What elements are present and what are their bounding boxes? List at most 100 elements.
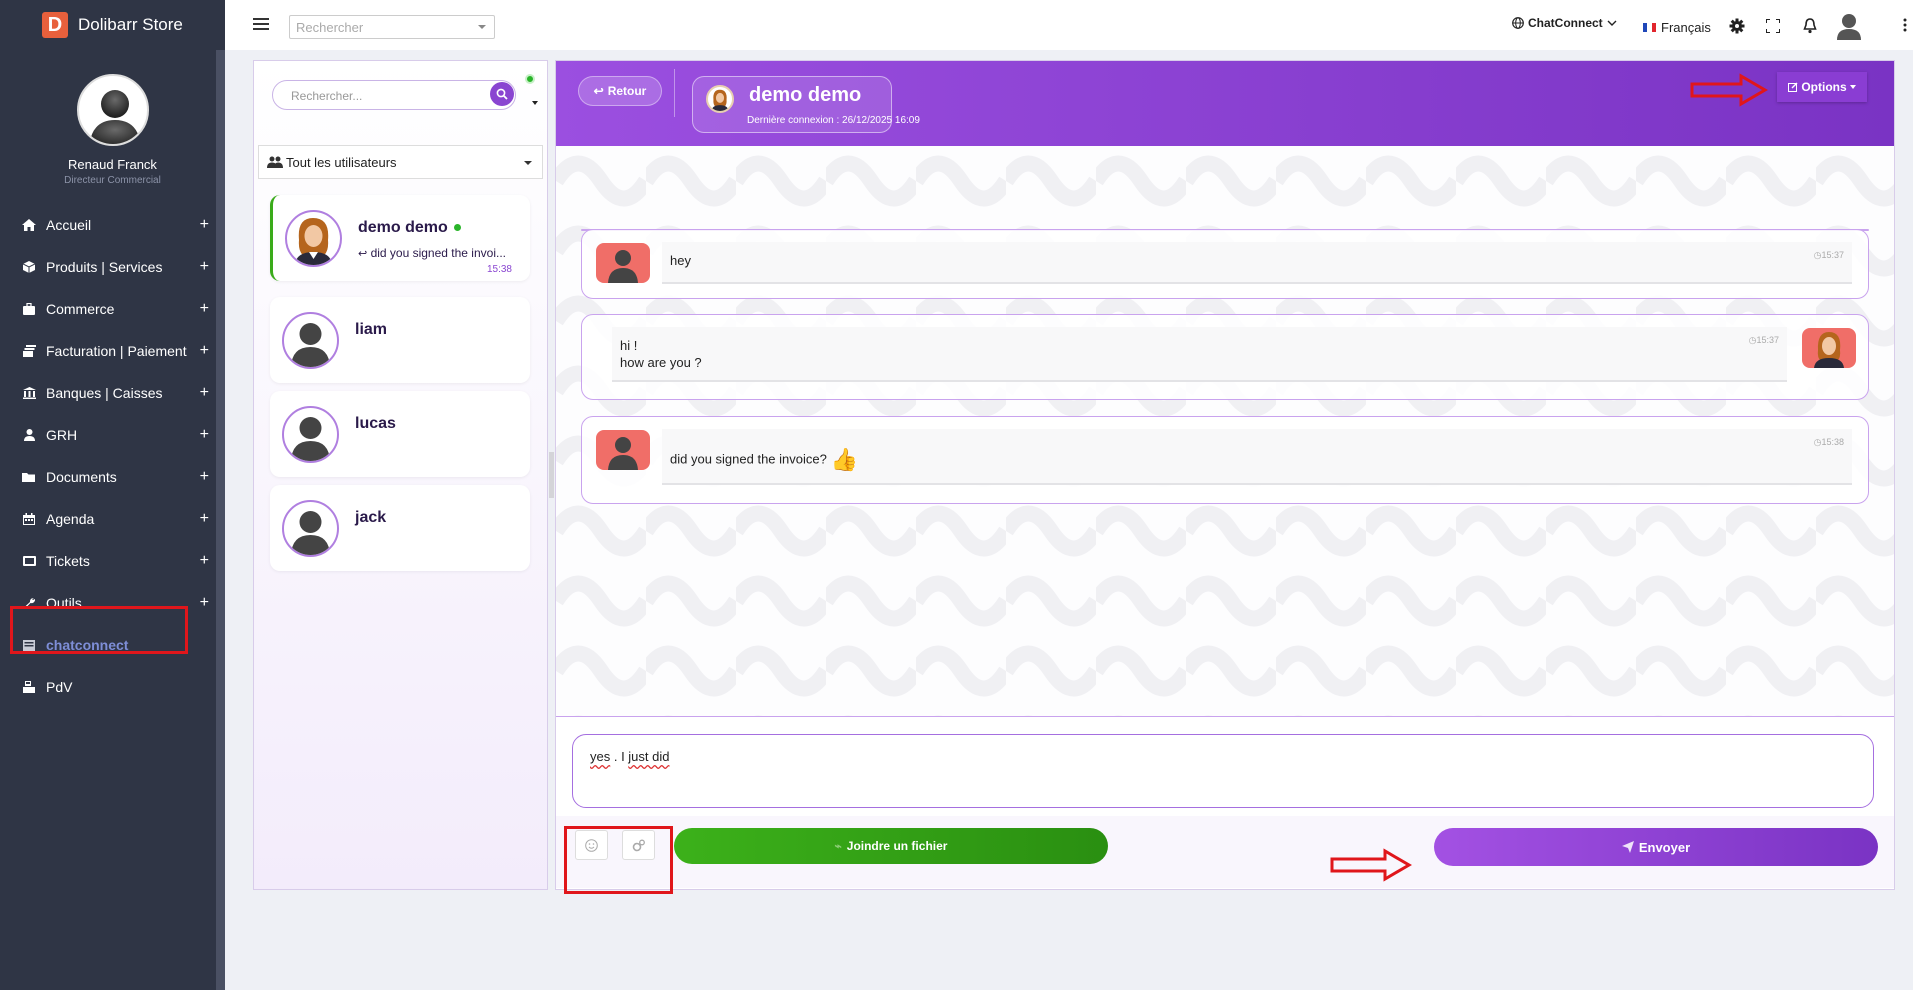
sidebar-item-produits[interactable]: Produits | Services + — [0, 246, 225, 288]
expand-icon[interactable]: + — [200, 468, 209, 486]
avatar — [282, 500, 339, 557]
expand-icon[interactable]: + — [200, 300, 209, 318]
messages-area[interactable]: hey ◷15:37 hi ! how are you ? ◷15:37 did… — [556, 146, 1894, 716]
sidebar-item-commerce[interactable]: Commerce + — [0, 288, 225, 330]
expand-icon[interactable]: + — [200, 510, 209, 528]
fullscreen-icon[interactable] — [1766, 19, 1780, 33]
sidebar-scrollbar[interactable] — [216, 50, 225, 990]
bell-icon[interactable] — [1803, 18, 1817, 34]
options-label: Options — [1801, 80, 1847, 94]
sidebar-item-agenda[interactable]: Agenda + — [0, 498, 225, 540]
contact-info[interactable]: demo demo Dernière connexion : 26/12/202… — [692, 76, 920, 133]
sidebar-item-documents[interactable]: Documents + — [0, 456, 225, 498]
language-selector[interactable]: Français — [1643, 20, 1711, 35]
message-time: ◷15:37 — [1813, 250, 1844, 260]
top-search-placeholder: Rechercher — [296, 20, 364, 35]
search-icon — [496, 88, 508, 100]
search-button[interactable] — [490, 82, 514, 106]
sidebar-item-pdv[interactable]: PdV — [0, 666, 225, 708]
message-bubble: hi ! how are you ? ◷15:37 — [612, 327, 1787, 382]
composer-text-2: . I — [610, 749, 629, 764]
user-search-placeholder: Rechercher... — [291, 89, 363, 103]
attach-file-button[interactable]: ⌁ Joindre un fichier — [674, 828, 1108, 864]
avatar[interactable] — [76, 74, 149, 146]
message-bubble: did you signed the invoice? 👍 ◷15:38 — [662, 429, 1852, 485]
avatar — [596, 243, 650, 283]
annotation-arrow-options — [1690, 73, 1768, 107]
sidebar-item-grh[interactable]: GRH + — [0, 414, 225, 456]
calendar-icon — [20, 512, 38, 526]
ticket-icon — [20, 554, 38, 568]
top-search-select[interactable]: Rechercher — [289, 15, 495, 39]
settings-icon[interactable] — [1729, 18, 1745, 34]
avatar — [706, 85, 734, 113]
sidebar-item-accueil[interactable]: Accueil + — [0, 204, 225, 246]
expand-icon[interactable]: + — [200, 258, 209, 276]
suitcase-icon — [20, 302, 38, 316]
module-menu[interactable]: ChatConnect — [1512, 16, 1617, 30]
contact-name: demo demo — [749, 84, 862, 106]
sidebar-item-label: Produits | Services — [46, 259, 163, 275]
sidebar: D Dolibarr Store Renaud Franck Directeur… — [0, 0, 225, 990]
message-text: did you signed the invoice? — [670, 451, 827, 467]
user-profile[interactable]: Renaud Franck Directeur Commercial — [0, 74, 225, 186]
user-name: liam — [355, 321, 388, 338]
highlight-tool-buttons — [564, 826, 673, 894]
hamburger-icon[interactable] — [253, 18, 269, 32]
user-card-liam[interactable]: liam — [270, 297, 530, 383]
divider — [556, 716, 1894, 717]
back-button[interactable]: ↩ Retour — [578, 76, 662, 106]
brand[interactable]: D Dolibarr Store — [0, 0, 225, 50]
module-menu-label: ChatConnect — [1528, 16, 1603, 30]
composer-text-3: just did — [628, 749, 670, 764]
cash-register-icon — [20, 680, 38, 694]
sidebar-item-label: Commerce — [46, 301, 115, 317]
expand-icon[interactable]: + — [200, 342, 209, 360]
status-dropdown-caret[interactable] — [532, 101, 538, 105]
paper-plane-icon — [1621, 841, 1634, 853]
more-icon[interactable] — [1903, 18, 1907, 32]
message-bubble: hey ◷15:37 — [662, 242, 1852, 284]
online-status-indicator — [525, 74, 535, 84]
sidebar-item-label: Banques | Caisses — [46, 385, 163, 401]
users-icon — [267, 156, 283, 168]
user-card-lucas[interactable]: lucas — [270, 391, 530, 477]
sidebar-item-label: Documents — [46, 469, 117, 485]
annotation-arrow-send — [1330, 848, 1412, 882]
user-avatar[interactable] — [1836, 12, 1862, 40]
sidebar-item-label: Facturation | Paiement — [46, 343, 187, 359]
expand-icon[interactable]: + — [200, 552, 209, 570]
profile-name: Renaud Franck — [68, 157, 157, 172]
message-input[interactable]: yes . I just did — [572, 734, 1874, 808]
expand-icon[interactable]: + — [200, 216, 209, 234]
expand-icon[interactable]: + — [200, 384, 209, 402]
user-search-input[interactable]: Rechercher... — [272, 80, 516, 110]
users-filter-label: Tout les utilisateurs — [286, 154, 397, 170]
sidebar-item-banques[interactable]: Banques | Caisses + — [0, 372, 225, 414]
user-name: jack — [355, 509, 387, 526]
avatar — [282, 406, 339, 463]
users-filter-select[interactable]: Tout les utilisateurs — [258, 145, 543, 179]
bank-icon — [20, 386, 38, 400]
panel-resize-handle[interactable] — [549, 452, 554, 498]
online-dot — [453, 224, 461, 232]
avatar — [1802, 328, 1856, 368]
sidebar-item-tickets[interactable]: Tickets + — [0, 540, 225, 582]
expand-icon[interactable]: + — [200, 426, 209, 444]
avatar — [282, 312, 339, 369]
back-arrow-icon: ↩ — [593, 84, 604, 98]
message-time: ◷15:38 — [1813, 437, 1844, 447]
user-card-jack[interactable]: jack — [270, 485, 530, 571]
globe-icon — [1512, 17, 1524, 29]
message-time: ◷15:37 — [1748, 335, 1779, 345]
avatar — [285, 210, 342, 267]
brand-name: Dolibarr Store — [78, 15, 183, 34]
options-button[interactable]: Options — [1777, 72, 1867, 102]
message-text: hi ! — [620, 338, 638, 353]
message-text: how are you ? — [620, 355, 702, 370]
sidebar-item-facturation[interactable]: Facturation | Paiement + — [0, 330, 225, 372]
send-label: Envoyer — [1638, 839, 1691, 855]
user-card-demo[interactable]: demo demo ↩ did you signed the invoi... … — [270, 195, 530, 281]
send-button[interactable]: Envoyer — [1434, 828, 1878, 866]
expand-icon[interactable]: + — [200, 594, 209, 612]
